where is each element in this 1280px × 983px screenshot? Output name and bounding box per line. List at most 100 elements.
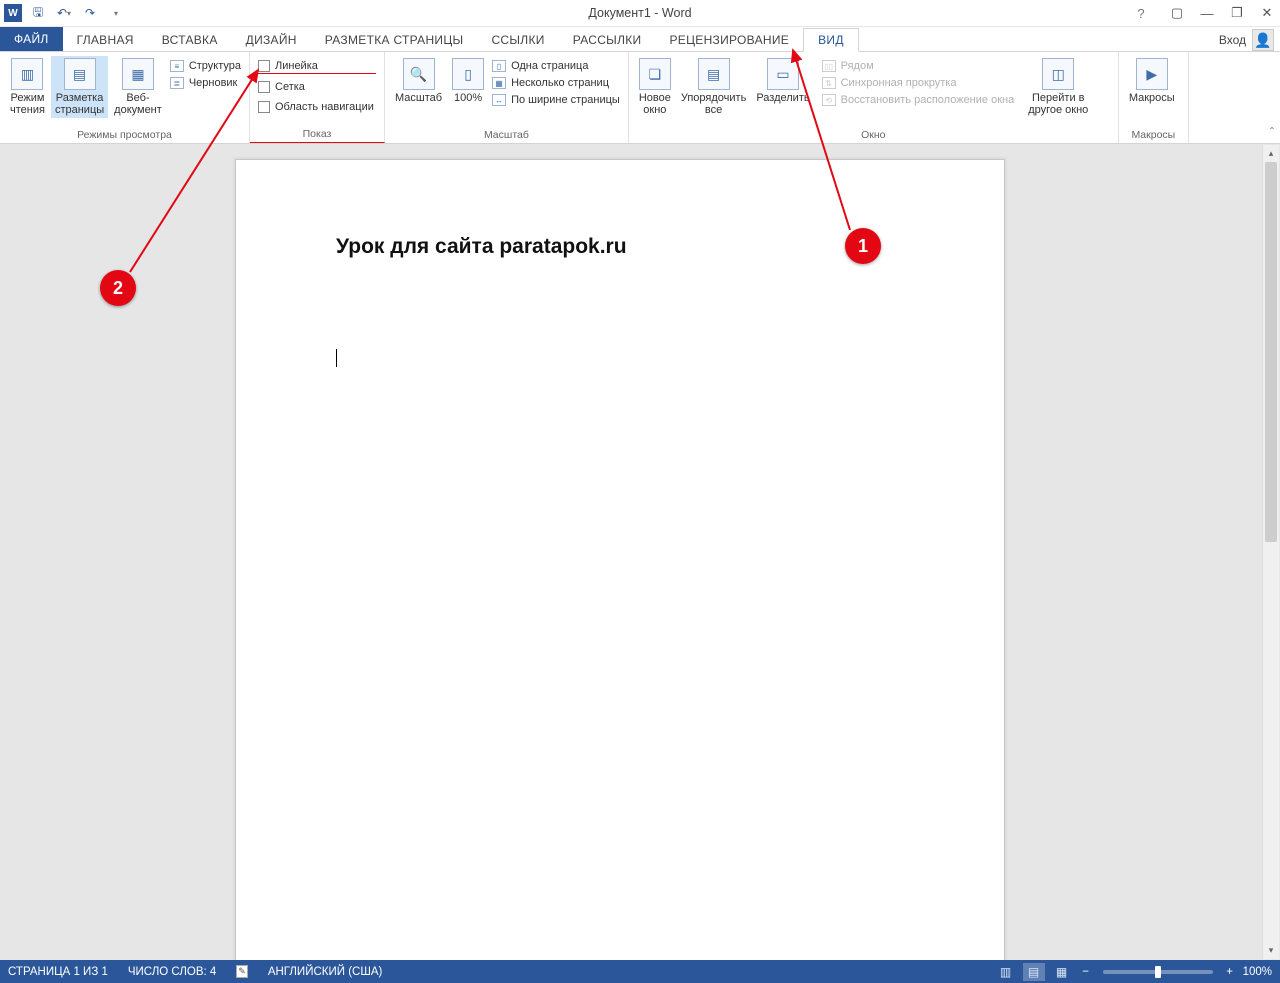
status-word-count[interactable]: ЧИСЛО СЛОВ: 4: [128, 966, 216, 978]
print-layout-button[interactable]: ▤ Разметка страницы: [51, 56, 108, 118]
page-content[interactable]: Урок для сайта paratapok.ru: [236, 160, 1004, 447]
group-zoom: 🔍 Масштаб ▯ 100% ▯Одна страница ▦ Несколь…: [385, 52, 629, 143]
side-by-side-button: ▯▯Рядом: [820, 59, 1017, 73]
split-label: Разделить: [756, 92, 809, 104]
new-window-label: Новое окно: [639, 92, 671, 116]
group-zoom-label: Масштаб: [391, 127, 622, 141]
vertical-scrollbar[interactable]: ▴ ▾: [1262, 145, 1279, 959]
reset-window-position-button: ⟲Восстановить расположение окна: [820, 93, 1017, 107]
group-window: ❏ Новое окно ▤ Упорядочить все ▭ Раздели…: [629, 52, 1119, 143]
signin-label[interactable]: Вход: [1219, 33, 1246, 47]
outline-view-button[interactable]: ≡Структура: [168, 59, 243, 73]
tab-page-layout[interactable]: РАЗМЕТКА СТРАНИЦЫ: [311, 29, 478, 51]
tab-mailings[interactable]: РАССЫЛКИ: [559, 29, 656, 51]
macros-icon: ▶: [1136, 58, 1168, 90]
print-layout-view-button[interactable]: ▤: [1023, 963, 1045, 981]
new-window-button[interactable]: ❏ Новое окно: [635, 56, 675, 118]
scroll-down-button[interactable]: ▾: [1263, 942, 1279, 959]
document-area: Урок для сайта paratapok.ru ▴ ▾: [0, 144, 1280, 960]
zoom-100-button[interactable]: ▯ 100%: [448, 56, 488, 106]
tab-view[interactable]: ВИД: [803, 28, 859, 52]
annotation-callout-1: 1: [845, 228, 881, 264]
draft-view-button[interactable]: ≣Черновик: [168, 76, 243, 90]
navigation-pane-label: Область навигации: [275, 101, 374, 113]
globe-page-icon: ▦: [122, 58, 154, 90]
zoom-button[interactable]: 🔍 Масштаб: [391, 56, 446, 106]
switch-windows-label: Перейти в другое окно: [1028, 92, 1088, 116]
read-mode-view-button[interactable]: ▥: [995, 963, 1017, 981]
minimize-button[interactable]: —: [1198, 6, 1216, 21]
restore-button[interactable]: ❐: [1228, 5, 1246, 21]
proofing-icon[interactable]: ✎: [236, 965, 248, 978]
tab-review[interactable]: РЕЦЕНЗИРОВАНИЕ: [655, 29, 803, 51]
ruler-label: Линейка: [275, 60, 318, 72]
read-mode-label: Режим чтения: [10, 92, 45, 116]
side-by-side-icon: ▯▯: [822, 60, 836, 72]
zoom-level[interactable]: 100%: [1243, 966, 1272, 978]
multi-page-icon: ▦: [492, 77, 506, 89]
window-controls: ? ▢ — ❐ ✕: [1132, 5, 1276, 21]
scroll-up-button[interactable]: ▴: [1263, 145, 1279, 162]
close-button[interactable]: ✕: [1258, 5, 1276, 21]
gridlines-label: Сетка: [275, 81, 305, 93]
zoom-slider-handle[interactable]: [1155, 966, 1161, 978]
page-width-button[interactable]: ↔По ширине страницы: [490, 93, 622, 107]
draft-view-label: Черновик: [189, 77, 238, 89]
save-button[interactable]: 🖫: [28, 3, 48, 23]
group-window-label: Окно: [635, 127, 1112, 141]
tab-design[interactable]: ДИЗАЙН: [232, 29, 311, 51]
read-mode-button[interactable]: ▥ Режим чтения: [6, 56, 49, 118]
multi-page-button[interactable]: ▦ Несколько страниц: [490, 76, 622, 90]
web-layout-label: Веб- документ: [114, 92, 162, 116]
group-show: Линейка Сетка Область навигации Показ: [250, 52, 385, 143]
zoom-label: Масштаб: [395, 92, 442, 104]
sync-scroll-icon: ⇅: [822, 77, 836, 89]
page-icon: ▤: [64, 58, 96, 90]
one-page-button[interactable]: ▯Одна страница: [490, 59, 622, 73]
scroll-thumb[interactable]: [1265, 162, 1277, 542]
zoom-slider[interactable]: [1103, 970, 1213, 974]
collapse-ribbon-button[interactable]: ˆ: [1270, 125, 1274, 139]
customize-qat-button[interactable]: ▾: [106, 3, 126, 23]
reset-window-position-label: Восстановить расположение окна: [841, 94, 1015, 106]
user-avatar-icon[interactable]: 👤: [1252, 29, 1274, 51]
document-heading-text[interactable]: Урок для сайта paratapok.ru: [336, 235, 904, 259]
arrange-all-button[interactable]: ▤ Упорядочить все: [677, 56, 750, 118]
signin-area[interactable]: Вход 👤: [1219, 29, 1274, 51]
window-title: Документ1 - Word: [588, 6, 691, 20]
status-page[interactable]: СТРАНИЦА 1 ИЗ 1: [8, 966, 108, 978]
web-layout-button[interactable]: ▦ Веб- документ: [110, 56, 166, 118]
ribbon-display-options-button[interactable]: ▢: [1168, 5, 1186, 21]
gridlines-checkbox[interactable]: Сетка: [256, 80, 376, 94]
help-icon[interactable]: ?: [1132, 6, 1150, 21]
multi-page-label: Несколько страниц: [511, 77, 609, 89]
switch-windows-button[interactable]: ◫ Перейти в другое окно: [1024, 56, 1092, 118]
annotation-callout-2: 2: [100, 270, 136, 306]
quick-access-toolbar: W 🖫 ↶▾ ↷ ▾: [0, 0, 126, 26]
tab-references[interactable]: ССЫЛКИ: [477, 29, 558, 51]
book-icon: ▥: [11, 58, 43, 90]
split-button[interactable]: ▭ Разделить: [752, 56, 813, 106]
navigation-pane-checkbox[interactable]: Область навигации: [256, 100, 376, 114]
outline-icon: ≡: [170, 60, 184, 72]
ruler-checkbox[interactable]: Линейка: [256, 59, 376, 74]
redo-button[interactable]: ↷: [80, 3, 100, 23]
zoom-in-button[interactable]: +: [1223, 966, 1237, 978]
macros-button[interactable]: ▶ Макросы: [1125, 56, 1179, 106]
synchronous-scrolling-button: ⇅Синхронная прокрутка: [820, 76, 1017, 90]
document-page[interactable]: Урок для сайта paratapok.ru: [235, 159, 1005, 960]
page-width-label: По ширине страницы: [511, 94, 620, 106]
arrange-all-label: Упорядочить все: [681, 92, 746, 116]
zoom-out-button[interactable]: −: [1079, 966, 1093, 978]
web-layout-view-button[interactable]: ▦: [1051, 963, 1073, 981]
checkbox-icon: [258, 81, 270, 93]
tab-home[interactable]: ГЛАВНАЯ: [63, 29, 148, 51]
checkbox-icon: [258, 101, 270, 113]
undo-button[interactable]: ↶▾: [54, 3, 74, 23]
status-bar: СТРАНИЦА 1 ИЗ 1 ЧИСЛО СЛОВ: 4 ✎ АНГЛИЙСК…: [0, 960, 1280, 983]
group-macros: ▶ Макросы Макросы: [1119, 52, 1189, 143]
word-app-icon[interactable]: W: [4, 4, 22, 22]
tab-file[interactable]: ФАЙЛ: [0, 27, 63, 51]
status-language[interactable]: АНГЛИЙСКИЙ (США): [268, 966, 383, 978]
tab-insert[interactable]: ВСТАВКА: [148, 29, 232, 51]
